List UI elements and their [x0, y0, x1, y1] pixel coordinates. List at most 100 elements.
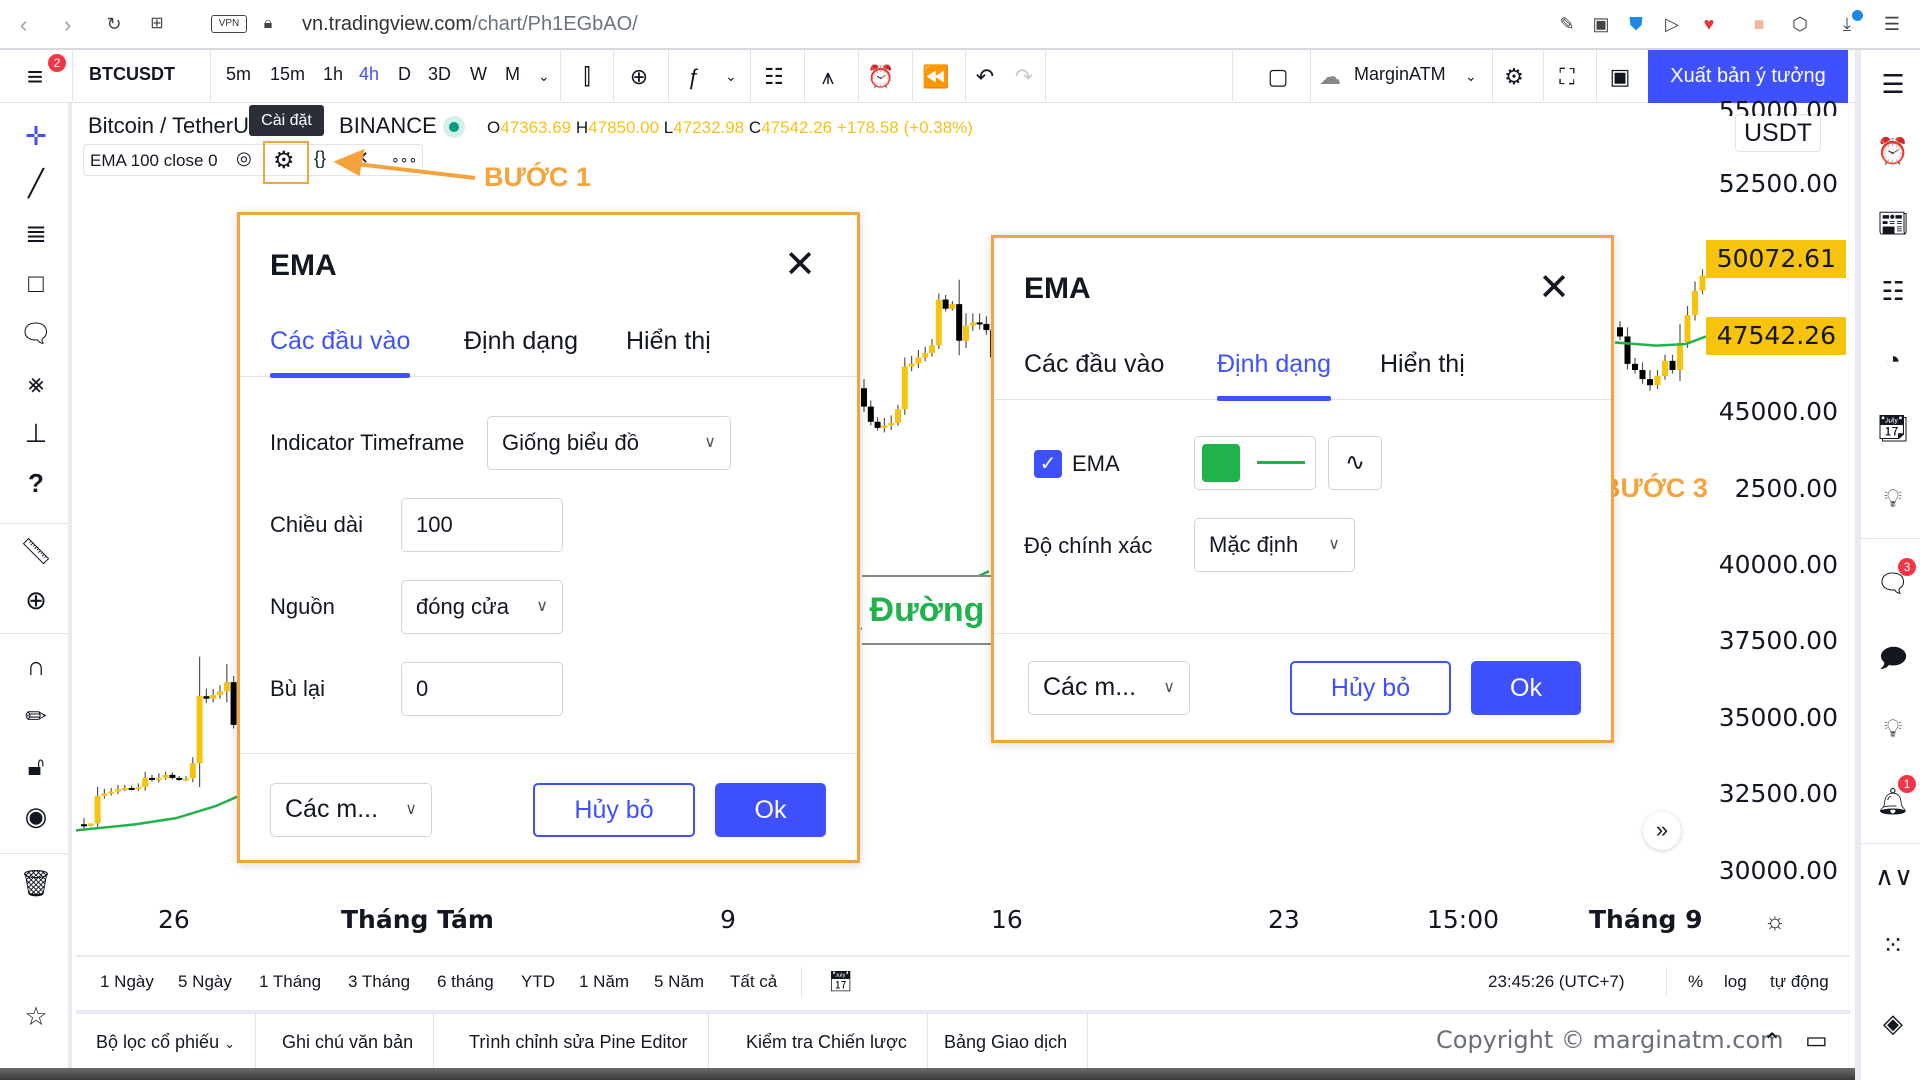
edit-icon[interactable]: ✎ [1555, 12, 1579, 36]
trash-icon[interactable]: 🗑︎ [18, 865, 54, 901]
redo-icon[interactable]: ↷ [1009, 62, 1039, 92]
ideas-lightbulb-icon[interactable]: 💡︎ [1875, 480, 1911, 516]
auto-toggle[interactable]: tự động [1770, 972, 1829, 992]
range-all[interactable]: Tất cả [730, 972, 777, 992]
forward-icon[interactable]: › [64, 12, 71, 38]
chevron-down-icon[interactable]: ⌄ [1465, 68, 1477, 85]
interval-15m[interactable]: 15m [270, 64, 305, 85]
pattern-icon[interactable]: ⨳ [18, 365, 54, 401]
tab-inputs[interactable]: Các đầu vào [270, 327, 411, 378]
ema-plot-checkbox[interactable]: ✓ [1034, 450, 1062, 478]
shield-check-icon[interactable]: ⛊ [1624, 12, 1648, 36]
tab-pine-editor[interactable]: Trình chỉnh sửa Pine Editor [449, 1014, 709, 1070]
offset-input[interactable]: 0 [401, 662, 563, 716]
interval-3d[interactable]: 3D [428, 64, 451, 85]
range-5y[interactable]: 5 Năm [654, 972, 704, 992]
range-1d[interactable]: 1 Ngày [100, 972, 154, 992]
layout-square-icon[interactable]: ▢ [1263, 62, 1293, 92]
scroll-to-realtime-button[interactable]: » [1643, 812, 1681, 850]
ruler-icon[interactable]: 📏︎ [18, 533, 54, 569]
collapse-chevron-up-icon[interactable]: ⌃ [1762, 1028, 1782, 1057]
send-icon[interactable]: ▷ [1660, 12, 1684, 36]
settings-sliders-icon[interactable]: ☰ [1880, 12, 1904, 36]
chart-style-icon[interactable]: ⩚ [813, 62, 843, 92]
templates-icon[interactable]: ☷ [759, 62, 789, 92]
measure-projection-icon[interactable]: ⊥ [18, 415, 54, 451]
range-6m[interactable]: 6 tháng [437, 972, 494, 992]
tab-trading-panel[interactable]: Bảng Giao dịch [924, 1014, 1089, 1070]
alert-add-icon[interactable]: ⏰ [866, 62, 896, 92]
currency-label[interactable]: USDT [1735, 114, 1821, 152]
interval-5m[interactable]: 5m [226, 64, 251, 85]
undo-icon[interactable]: ↶ [970, 62, 1000, 92]
interval-m[interactable]: M [505, 64, 520, 85]
layout-name[interactable]: MarginATM [1354, 64, 1446, 85]
axis-settings-icon[interactable]: ☼ [1764, 908, 1786, 936]
length-input[interactable]: 100 [401, 498, 563, 552]
rectangle-icon[interactable]: □ [18, 265, 54, 301]
back-icon[interactable]: ‹ [20, 12, 27, 38]
trading-chevrons-icon[interactable]: ∧∨ [1875, 858, 1913, 894]
magnet-icon[interactable]: ∩ [18, 648, 54, 684]
cloud-icon[interactable]: ☁ [1315, 62, 1345, 92]
color-line-picker[interactable] [1194, 436, 1316, 490]
watchlist-icon[interactable]: ☰ [1875, 66, 1911, 102]
plot-type-select[interactable]: ∿ [1328, 436, 1382, 490]
calendar-icon[interactable]: 📆︎ [1875, 410, 1911, 446]
interval-w[interactable]: W [470, 64, 487, 85]
precision-select[interactable]: Mặc định ∨ [1194, 518, 1355, 572]
interval-1h[interactable]: 1h [323, 64, 343, 85]
ok-button[interactable]: Ok [715, 783, 826, 837]
goto-date-icon[interactable]: 📅︎ [828, 969, 853, 994]
hotlist-flame-icon[interactable]: ◔ [1875, 342, 1911, 378]
tab-strategy-tester[interactable]: Kiểm tra Chiến lược [726, 1014, 928, 1070]
candles-icon[interactable]: ⫿ [572, 62, 602, 92]
crosshair-icon[interactable]: ✛ [18, 118, 54, 154]
tabs-grid-icon[interactable]: ⊞ [145, 12, 169, 36]
fib-icon[interactable]: ≣ [18, 215, 54, 251]
tab-visibility[interactable]: Hiển thị [626, 327, 711, 356]
range-1y[interactable]: 1 Năm [579, 972, 629, 992]
cancel-button[interactable]: Hủy bỏ [533, 783, 695, 837]
unlock-icon[interactable]: 🔓︎ [18, 748, 54, 784]
range-ytd[interactable]: YTD [521, 972, 555, 992]
range-5d[interactable]: 5 Ngày [178, 972, 232, 992]
callout-icon[interactable]: 🗨︎ [18, 315, 54, 351]
cube-icon[interactable]: ⬡ [1788, 12, 1812, 36]
close-icon[interactable]: ✕ [780, 245, 820, 285]
maximize-panel-icon[interactable]: ▭ [1805, 1026, 1828, 1055]
menu-icon[interactable]: ≡ [20, 62, 50, 92]
snapshot-camera-icon[interactable]: ▣ [1605, 62, 1635, 92]
reload-icon[interactable]: ↻ [102, 12, 126, 36]
tab-style[interactable]: Định dạng [464, 327, 578, 356]
chevron-down-icon[interactable]: ⌄ [538, 68, 550, 85]
range-1m[interactable]: 1 Tháng [259, 972, 321, 992]
eye-icon[interactable]: ◉ [18, 798, 54, 834]
layers-icon[interactable]: ◈ [1875, 1005, 1911, 1041]
source-code-icon[interactable]: {} [314, 148, 326, 169]
vpn-badge[interactable]: VPN [211, 15, 247, 33]
camera-icon[interactable]: ▣ [1589, 12, 1613, 36]
tab-stock-screener[interactable]: Bộ lọc cổ phiếu ⌄ [76, 1014, 257, 1070]
tab-text-notes[interactable]: Ghi chú văn bản [262, 1014, 435, 1070]
data-window-icon[interactable]: ☷ [1875, 273, 1911, 309]
indicator-legend[interactable]: EMA 100 close 0 ◎ ⚙ {} ✕ ∘∘∘ [83, 144, 423, 176]
url-bar[interactable]: vn.tradingview.com/chart/Ph1EGbAO/ [302, 13, 638, 36]
interval-4h[interactable]: 4h [359, 64, 379, 85]
ok-button[interactable]: Ok [1471, 661, 1581, 715]
clock-timezone[interactable]: 23:45:26 (UTC+7) [1488, 972, 1625, 992]
remove-x-icon[interactable]: ✕ [354, 148, 369, 169]
chevron-down-icon[interactable]: ⌄ [725, 68, 737, 85]
more-dots-icon[interactable]: ∘∘∘ [391, 151, 417, 168]
zoom-in-icon[interactable]: ⊕ [18, 582, 54, 618]
streams-icon[interactable]: 💡︎ [1875, 710, 1911, 746]
tab-style[interactable]: Định dạng [1217, 350, 1331, 401]
interval-d[interactable]: D [398, 64, 411, 85]
close-icon[interactable]: ✕ [1534, 268, 1574, 308]
eye-visibility-icon[interactable]: ◎ [236, 148, 252, 169]
symbol-search[interactable]: BTCUSDT [89, 64, 175, 85]
messages-icon[interactable]: 🗩︎ [1875, 640, 1911, 676]
tab-inputs[interactable]: Các đầu vào [1024, 350, 1164, 379]
source-select[interactable]: đóng cửa ∨ [401, 580, 563, 634]
fullscreen-icon[interactable]: ⛶ [1552, 62, 1582, 92]
